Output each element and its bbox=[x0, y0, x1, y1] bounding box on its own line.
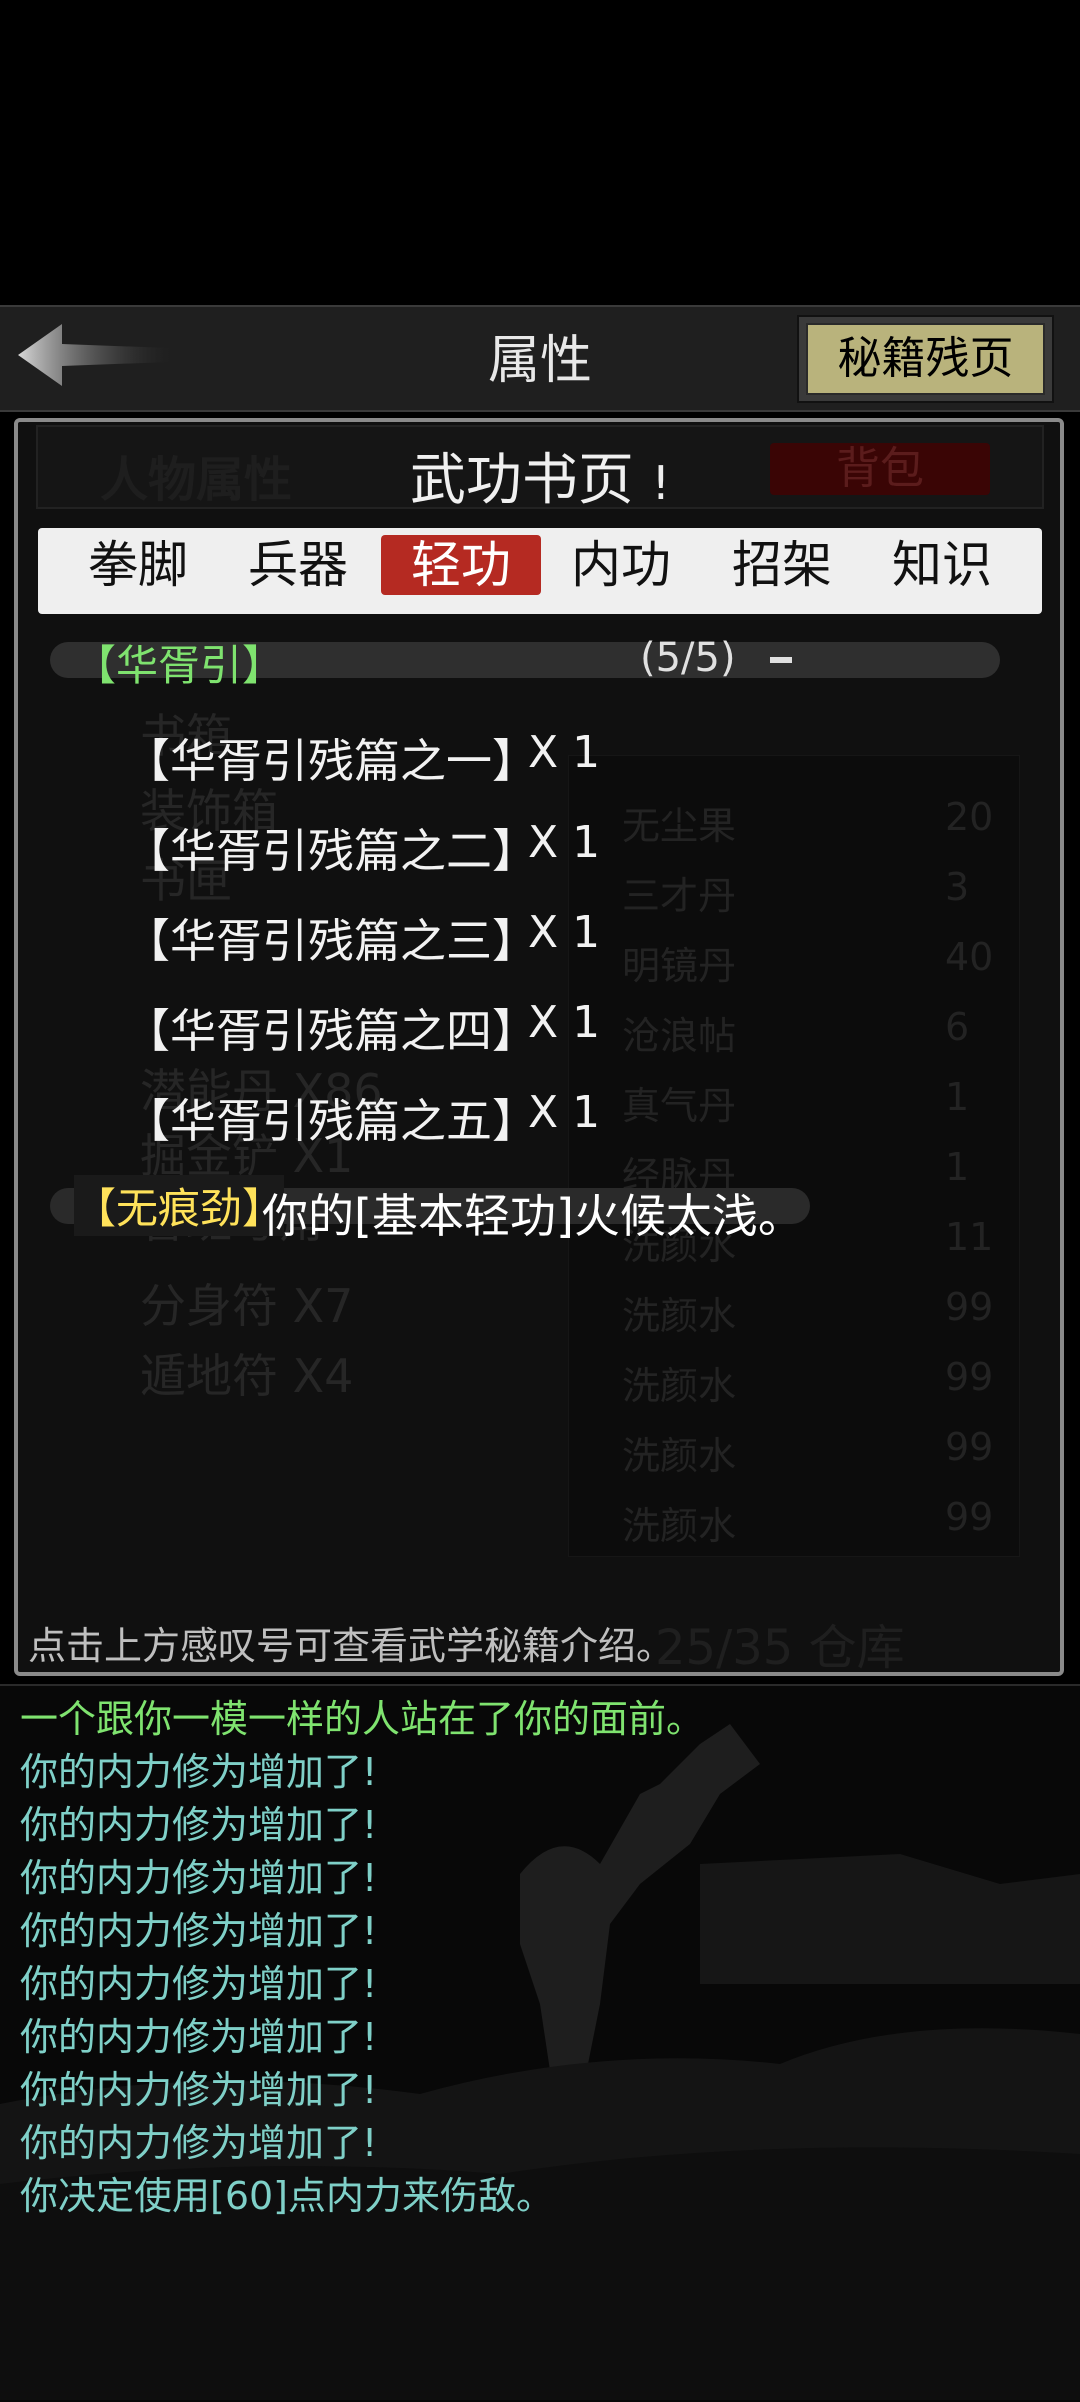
tab-3[interactable]: 内功 bbox=[541, 535, 701, 595]
fragment-item-name[interactable]: 【华胥引残篇之三】 bbox=[124, 905, 538, 971]
log-line: 你的内力修为增加了! bbox=[20, 1803, 378, 1847]
tab-0[interactable]: 拳脚 bbox=[58, 535, 218, 595]
tab-4[interactable]: 招架 bbox=[702, 535, 862, 595]
log-line: 你的内力修为增加了! bbox=[20, 2121, 378, 2165]
collapse-minus-icon[interactable] bbox=[770, 657, 792, 663]
log-line: 你的内力修为增加了! bbox=[20, 1856, 378, 1900]
book-page-title: 武功书页 ! bbox=[0, 435, 1080, 516]
ghost-right-qty: 99 bbox=[945, 1285, 994, 1329]
fragment-item-qty: X 1 bbox=[528, 817, 601, 868]
group-name[interactable]: 【华胥引】 bbox=[74, 632, 284, 693]
ghost-right-name: 洗颜水 bbox=[622, 1504, 737, 1548]
ghost-right-name: 真气丹 bbox=[622, 1084, 737, 1128]
ghost-right-name: 洗颜水 bbox=[622, 1364, 737, 1408]
fragment-item-name[interactable]: 【华胥引残篇之五】 bbox=[124, 1085, 538, 1151]
ghost-right-qty: 11 bbox=[945, 1215, 994, 1259]
log-line: 你决定使用[60]点内力来伤敌。 bbox=[20, 2174, 555, 2218]
ghost-left-item: 分身符 X7 bbox=[140, 1279, 354, 1333]
fragment-item-name[interactable]: 【华胥引残篇之四】 bbox=[124, 995, 538, 1061]
ghost-right-qty: 99 bbox=[945, 1425, 994, 1469]
log-line: 你的内力修为增加了! bbox=[20, 1909, 378, 1953]
ghost-right-name: 沧浪帖 bbox=[622, 1014, 737, 1058]
group2-name[interactable]: 【无痕劲】 bbox=[74, 1175, 285, 1236]
ghost-right-qty: 1 bbox=[945, 1145, 970, 1189]
ghost-right-name: 洗颜水 bbox=[622, 1294, 737, 1338]
log-line: 你的内力修为增加了! bbox=[20, 1962, 378, 2006]
fragment-item-qty: X 1 bbox=[528, 727, 601, 778]
log-line: 你的内力修为增加了! bbox=[20, 2068, 378, 2112]
ghost-right-qty: 99 bbox=[945, 1495, 994, 1539]
log-line: 一个跟你一模一样的人站在了你的面前。 bbox=[20, 1697, 705, 1741]
hint-text: 点击上方感叹号可查看武学秘籍介绍。 bbox=[28, 1624, 675, 1668]
ghost-right-qty: 1 bbox=[945, 1075, 970, 1119]
ghost-right-qty: 40 bbox=[945, 935, 994, 979]
ghost-right-name: 三才丹 bbox=[622, 874, 737, 918]
ghost-right-name: 明镜丹 bbox=[622, 944, 737, 988]
tab-1[interactable]: 兵器 bbox=[218, 535, 378, 595]
info-exclamation-icon[interactable]: ! bbox=[652, 456, 670, 510]
fragment-button[interactable]: 秘籍残页 bbox=[806, 323, 1045, 395]
fragment-item-qty: X 1 bbox=[528, 997, 601, 1048]
toast-message: 你的[基本轻功]火候太浅。 bbox=[262, 1189, 804, 1243]
ghost-right-qty: 6 bbox=[945, 1005, 970, 1049]
tab-2[interactable]: 轻功 bbox=[381, 535, 541, 595]
ghost-right-name: 无尘果 bbox=[622, 804, 737, 848]
fragment-item-name[interactable]: 【华胥引残篇之一】 bbox=[124, 725, 538, 791]
log-line: 你的内力修为增加了! bbox=[20, 1750, 378, 1794]
fragment-item-name[interactable]: 【华胥引残篇之二】 bbox=[124, 815, 538, 881]
ghost-right-qty: 3 bbox=[945, 865, 970, 909]
tab-5[interactable]: 知识 bbox=[862, 535, 1022, 595]
log-line: 你的内力修为增加了! bbox=[20, 2015, 378, 2059]
ghost-right-qty: 20 bbox=[945, 795, 994, 839]
book-page-title-text: 武功书页 bbox=[409, 448, 634, 513]
ghost-storage-label: 25/35 仓库 bbox=[655, 1620, 905, 1676]
group-count: (5/5) bbox=[640, 635, 736, 681]
ghost-right-name: 洗颜水 bbox=[622, 1434, 737, 1478]
fragment-item-qty: X 1 bbox=[528, 907, 601, 958]
fragment-item-qty: X 1 bbox=[528, 1087, 601, 1138]
ghost-left-item: 遁地符 X4 bbox=[140, 1349, 354, 1403]
ghost-right-qty: 99 bbox=[945, 1355, 994, 1399]
